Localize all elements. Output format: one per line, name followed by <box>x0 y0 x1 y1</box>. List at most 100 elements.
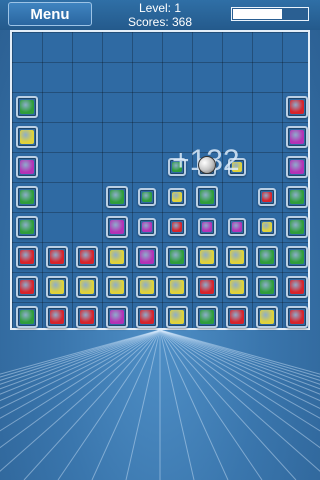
purple-tile[interactable] <box>198 218 216 236</box>
tile-face <box>260 310 274 324</box>
tile-face <box>200 310 214 324</box>
yellow-tile[interactable] <box>46 276 68 298</box>
tile-face <box>110 250 124 264</box>
red-tile[interactable] <box>46 306 68 328</box>
red-tile[interactable] <box>196 276 218 298</box>
top-bar: Menu Level: 1 Scores: 368 <box>0 0 320 30</box>
tile-face <box>232 222 242 232</box>
level-progress-bar <box>231 7 309 21</box>
yellow-tile[interactable] <box>226 246 248 268</box>
red-tile[interactable] <box>258 188 276 206</box>
tile-face <box>290 250 304 264</box>
red-tile[interactable] <box>286 276 308 298</box>
red-tile[interactable] <box>226 306 248 328</box>
tile-face <box>172 192 182 202</box>
tile-face <box>80 310 94 324</box>
green-tile[interactable] <box>286 186 308 208</box>
tile-face <box>170 250 184 264</box>
purple-tile[interactable] <box>106 216 128 238</box>
menu-button[interactable]: Menu <box>8 2 92 26</box>
tile-face <box>230 310 244 324</box>
tile-face <box>20 280 34 294</box>
green-tile[interactable] <box>196 186 218 208</box>
tile-face <box>50 250 64 264</box>
tile-face <box>262 222 272 232</box>
tile-face <box>50 310 64 324</box>
green-tile[interactable] <box>16 216 38 238</box>
tile-face <box>170 280 184 294</box>
green-tile[interactable] <box>286 216 308 238</box>
yellow-tile[interactable] <box>168 188 186 206</box>
score-label: Scores: 368 <box>127 15 193 29</box>
red-tile[interactable] <box>286 96 308 118</box>
green-tile[interactable] <box>16 306 38 328</box>
red-tile[interactable] <box>76 246 98 268</box>
game-screen: Menu Level: 1 Scores: 368 +132 <box>0 0 320 480</box>
tile-face <box>142 222 152 232</box>
floor-line <box>23 330 161 480</box>
purple-tile[interactable] <box>16 156 38 178</box>
tile-face <box>200 190 214 204</box>
red-tile[interactable] <box>46 246 68 268</box>
green-tile[interactable] <box>256 276 278 298</box>
tile-face <box>140 280 154 294</box>
yellow-tile[interactable] <box>196 246 218 268</box>
yellow-tile[interactable] <box>106 246 128 268</box>
tile-face <box>230 280 244 294</box>
green-tile[interactable] <box>166 246 188 268</box>
green-tile[interactable] <box>196 306 218 328</box>
yellow-tile[interactable] <box>256 306 278 328</box>
purple-tile[interactable] <box>286 126 308 148</box>
red-tile[interactable] <box>136 306 158 328</box>
tile-face <box>290 280 304 294</box>
red-tile[interactable] <box>76 306 98 328</box>
green-tile[interactable] <box>256 246 278 268</box>
green-tile[interactable] <box>16 96 38 118</box>
tile-face <box>262 192 272 202</box>
purple-tile[interactable] <box>106 306 128 328</box>
cursor-ball-icon <box>198 156 216 174</box>
game-board[interactable] <box>10 30 310 330</box>
floor-line <box>91 330 161 480</box>
tile-face <box>140 310 154 324</box>
green-tile[interactable] <box>138 188 156 206</box>
yellow-tile[interactable] <box>76 276 98 298</box>
yellow-tile[interactable] <box>106 276 128 298</box>
yellow-tile[interactable] <box>166 306 188 328</box>
green-tile[interactable] <box>106 186 128 208</box>
perspective-floor <box>0 330 320 480</box>
tile-face <box>20 100 34 114</box>
tile-face <box>230 250 244 264</box>
red-tile[interactable] <box>168 218 186 236</box>
green-tile[interactable] <box>286 246 308 268</box>
yellow-tile[interactable] <box>166 276 188 298</box>
yellow-tile[interactable] <box>226 276 248 298</box>
tile-face <box>110 220 124 234</box>
tile-face <box>290 310 304 324</box>
red-tile[interactable] <box>16 276 38 298</box>
tile-face <box>110 310 124 324</box>
tile-face <box>290 130 304 144</box>
tile-face <box>20 130 34 144</box>
yellow-tile[interactable] <box>136 276 158 298</box>
tile-face <box>290 220 304 234</box>
red-tile[interactable] <box>16 246 38 268</box>
tile-face <box>260 250 274 264</box>
tile-face <box>20 160 34 174</box>
purple-tile[interactable] <box>228 218 246 236</box>
tile-face <box>260 280 274 294</box>
floor-line <box>159 330 195 480</box>
purple-tile[interactable] <box>136 246 158 268</box>
purple-tile[interactable] <box>138 218 156 236</box>
green-tile[interactable] <box>16 186 38 208</box>
yellow-tile[interactable] <box>16 126 38 148</box>
yellow-tile[interactable] <box>258 218 276 236</box>
tile-face <box>172 222 182 232</box>
level-label: Level: 1 <box>138 1 182 15</box>
tile-face <box>20 310 34 324</box>
red-tile[interactable] <box>286 306 308 328</box>
tile-face <box>170 310 184 324</box>
purple-tile[interactable] <box>286 156 308 178</box>
tile-face <box>20 190 34 204</box>
tile-face <box>200 280 214 294</box>
